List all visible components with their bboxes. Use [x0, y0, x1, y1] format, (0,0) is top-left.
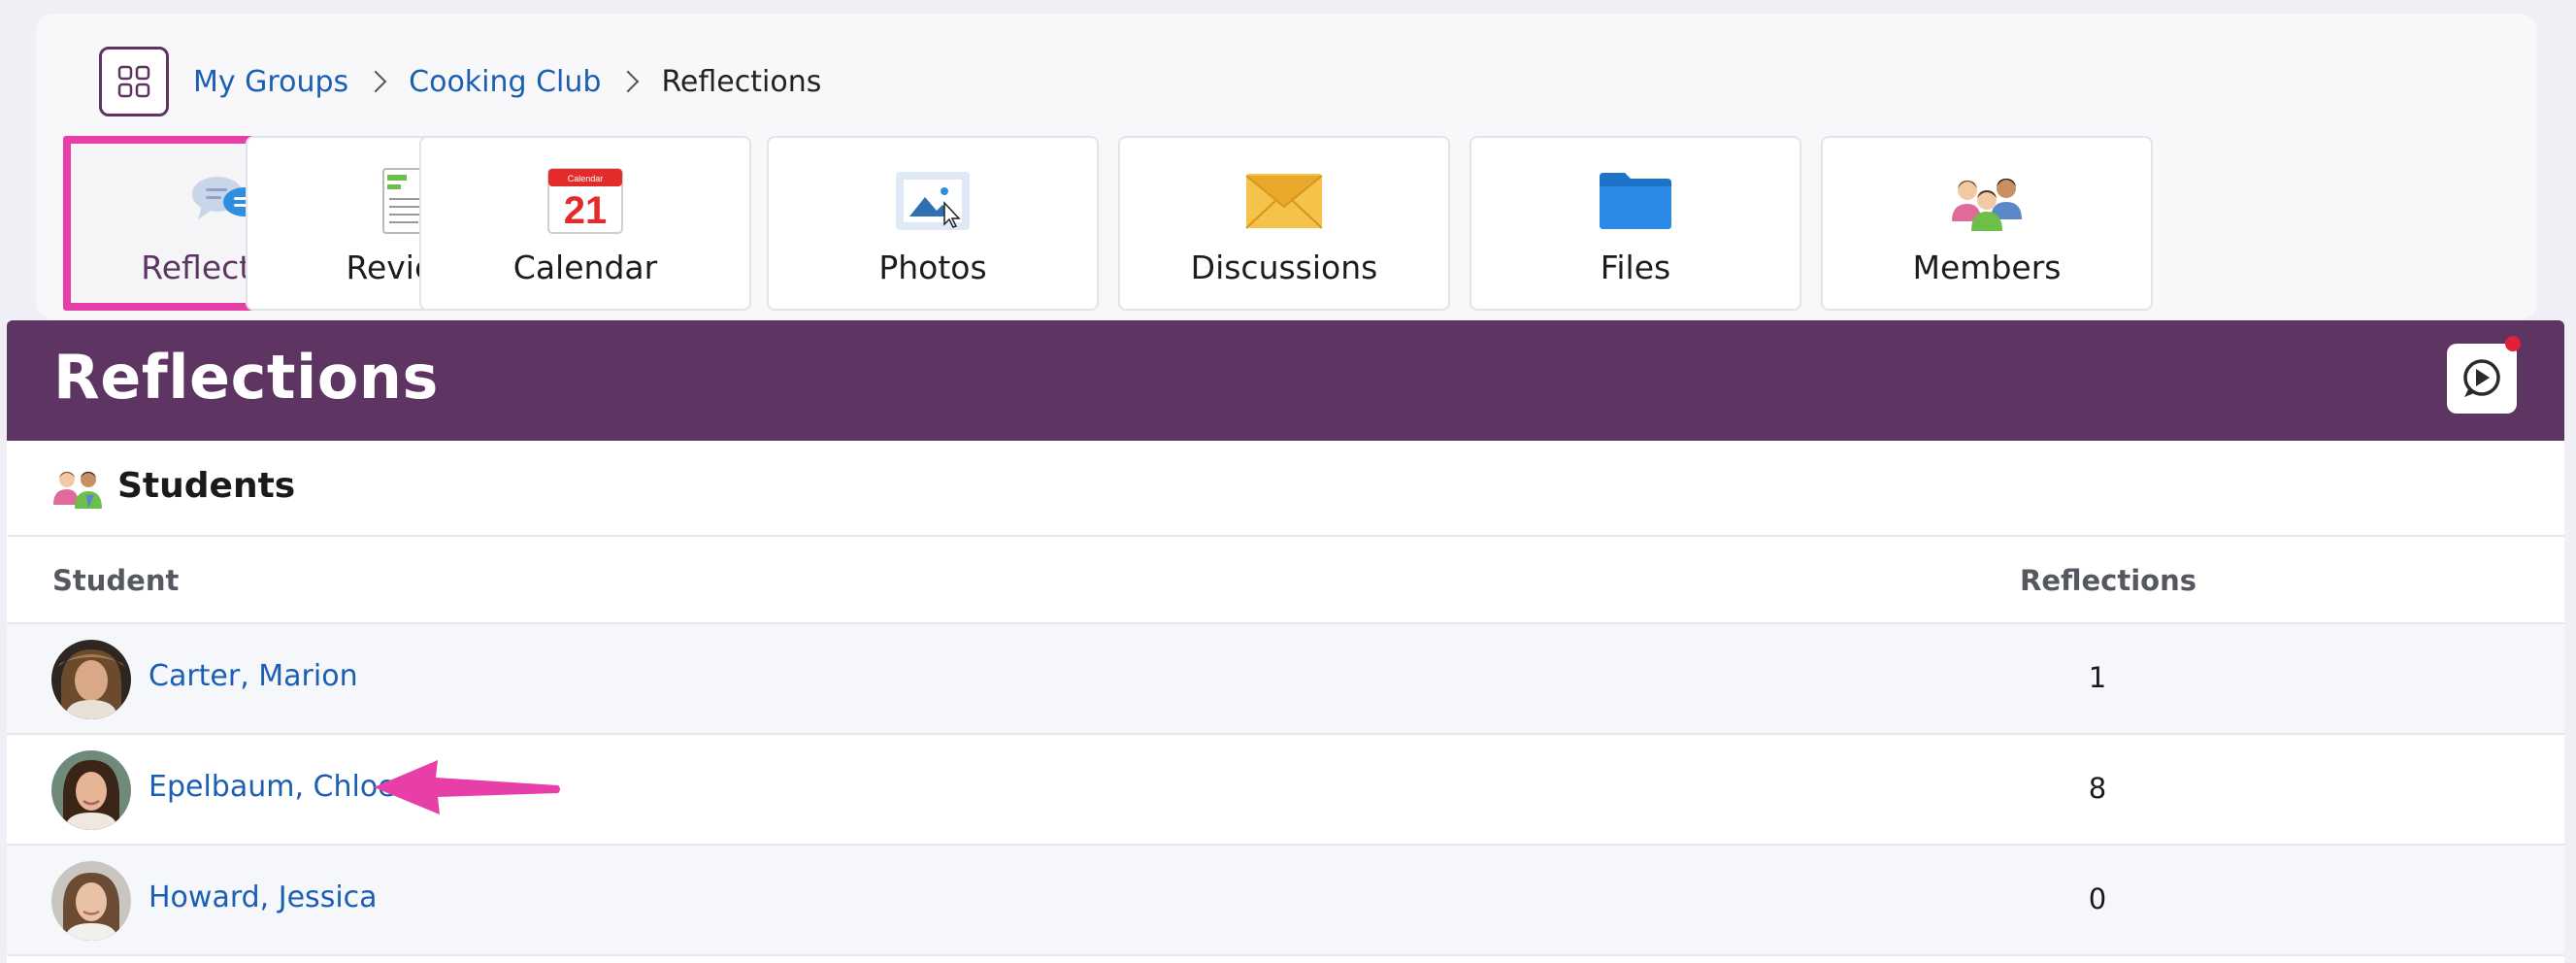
students-table-body: Carter, Marion 1 Epelbaum, Chloe 8 Howar… [7, 624, 2564, 956]
table-header: Student Reflections [7, 537, 2564, 624]
student-name-link[interactable]: Howard, Jessica [149, 880, 378, 914]
student-name-link[interactable]: Epelbaum, Chloe [149, 770, 396, 804]
tile-label: Photos [878, 249, 987, 286]
tile-members[interactable]: Members [1821, 136, 2153, 311]
breadcrumb-my-groups[interactable]: My Groups [193, 65, 348, 99]
section-title: Students [117, 466, 296, 506]
students-icon [53, 472, 102, 509]
reflections-count: 0 [2088, 882, 2107, 915]
grid-icon [117, 65, 150, 98]
students-section-header: Students [7, 441, 2564, 537]
photo-icon [892, 163, 974, 237]
avatar[interactable] [51, 750, 131, 830]
envelope-icon [1243, 163, 1325, 237]
table-row: Howard, Jessica 0 [7, 846, 2564, 956]
reflections-count: 8 [2088, 772, 2107, 805]
page-title: Reflections [53, 342, 439, 413]
people-icon [1946, 163, 2028, 237]
calendar-icon: Calendar 21 [545, 163, 626, 237]
breadcrumb-current: Reflections [661, 64, 822, 99]
calendar-icon-month: Calendar [568, 174, 604, 183]
column-header-reflections[interactable]: Reflections [2020, 564, 2196, 597]
calendar-icon-day: 21 [564, 189, 608, 232]
tile-files[interactable]: Files [1470, 136, 1801, 311]
avatar[interactable] [51, 640, 131, 719]
tile-label: Files [1600, 249, 1671, 286]
notification-dot [2505, 336, 2521, 351]
column-header-student[interactable]: Student [52, 564, 179, 597]
chat-feedback-icon [2463, 359, 2500, 397]
breadcrumb-cooking-club[interactable]: Cooking Club [409, 65, 601, 99]
feedback-button[interactable] [2447, 336, 2521, 414]
chevron-right-icon [617, 70, 640, 93]
folder-icon [1595, 163, 1676, 237]
group-nav-card: My Groups Cooking Club Reflections Refle… [36, 14, 2537, 319]
tile-label: Members [1912, 249, 2062, 286]
tile-calendar[interactable]: Calendar 21 Calendar [419, 136, 751, 311]
tile-label: Calendar [512, 249, 658, 286]
table-row: Epelbaum, Chloe 8 [7, 735, 2564, 846]
reflections-count: 1 [2088, 661, 2107, 694]
chevron-right-icon [364, 70, 387, 93]
page-header: Reflections [7, 320, 2564, 441]
students-panel: Students Student Reflections Carter, Mar… [7, 441, 2564, 963]
breadcrumb: My Groups Cooking Club Reflections [193, 62, 821, 101]
app-grid-button[interactable] [99, 47, 169, 116]
student-name-link[interactable]: Carter, Marion [149, 659, 358, 693]
annotation-arrow-icon [374, 760, 560, 814]
tile-discussions[interactable]: Discussions [1118, 136, 1450, 311]
table-row: Carter, Marion 1 [7, 624, 2564, 735]
tile-photos[interactable]: Photos [767, 136, 1099, 311]
tile-label: Discussions [1190, 249, 1378, 286]
avatar[interactable] [51, 861, 131, 941]
